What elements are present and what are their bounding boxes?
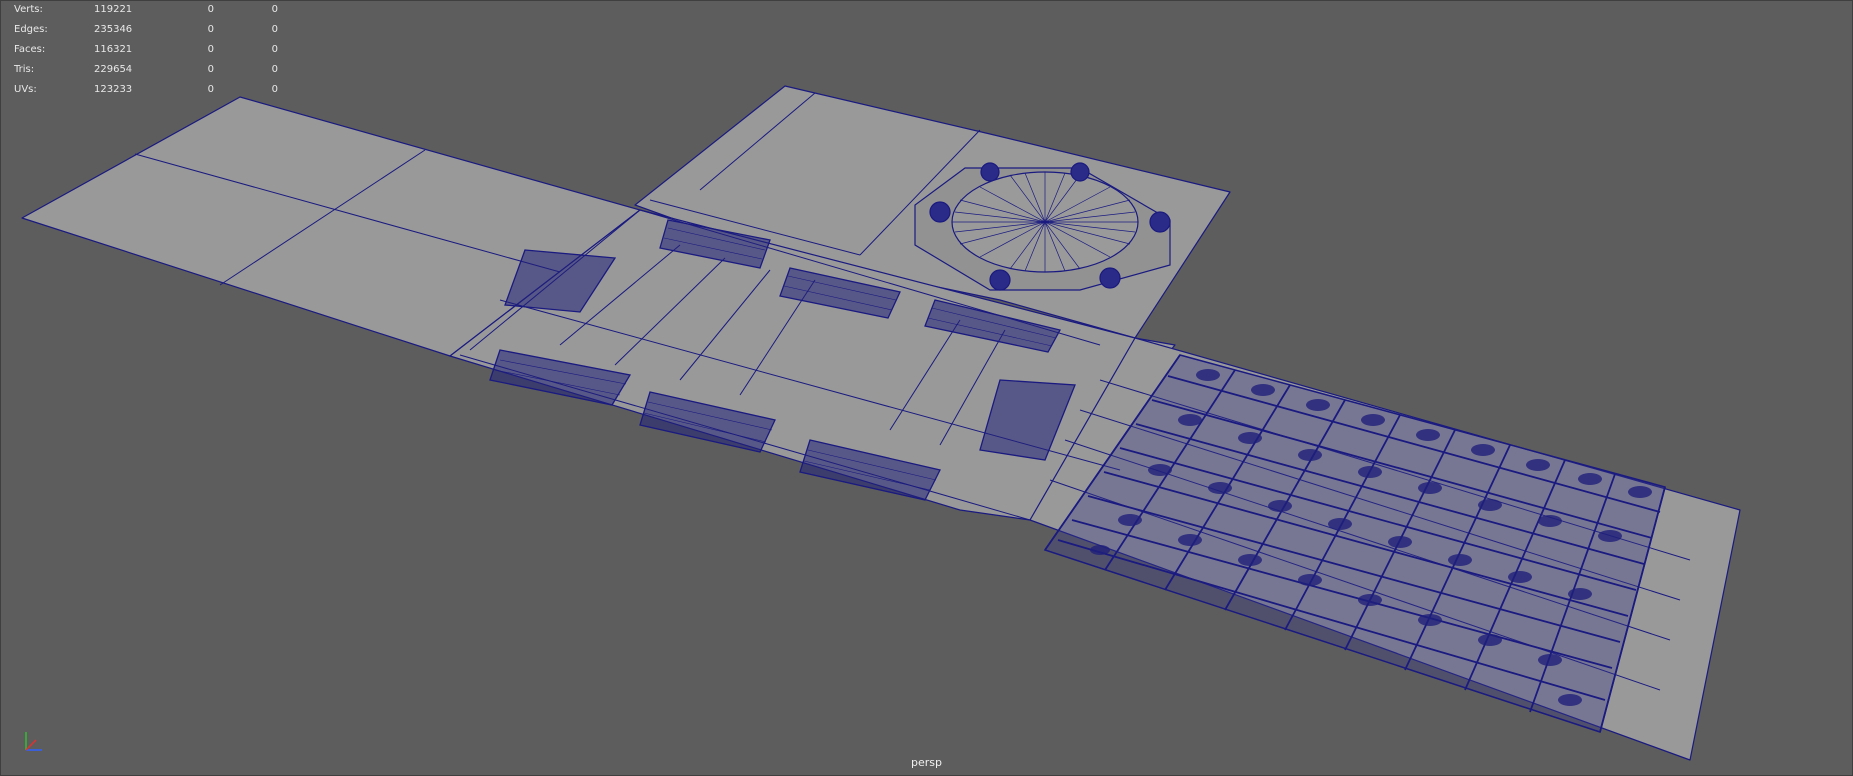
hud-total: 229654 bbox=[94, 64, 133, 75]
axis-gizmo-icon bbox=[25, 732, 42, 751]
poly-count-hud: Verts: 119221 0 0 Edges: 235346 0 0 Face… bbox=[14, 0, 278, 100]
hud-total: 123233 bbox=[94, 84, 133, 95]
hud-label: UVs: bbox=[14, 84, 37, 95]
hud-row-edges: Edges: 235346 0 0 bbox=[14, 20, 278, 40]
hud-selected: 0 bbox=[207, 64, 214, 75]
hud-selected-components: 0 bbox=[271, 64, 278, 75]
hud-row-faces: Faces: 116321 0 0 bbox=[14, 40, 278, 60]
hud-total: 235346 bbox=[94, 24, 133, 35]
hud-label: Edges: bbox=[14, 24, 48, 35]
hud-selected: 0 bbox=[207, 44, 214, 55]
perspective-viewport[interactable]: Verts: 119221 0 0 Edges: 235346 0 0 Face… bbox=[0, 0, 1853, 776]
hud-total: 116321 bbox=[94, 44, 133, 55]
hud-selected-components: 0 bbox=[271, 44, 278, 55]
hud-selected-components: 0 bbox=[271, 4, 278, 15]
hud-row-verts: Verts: 119221 0 0 bbox=[14, 0, 278, 20]
hud-selected-components: 0 bbox=[271, 24, 278, 35]
hud-selected: 0 bbox=[207, 24, 214, 35]
hud-selected-components: 0 bbox=[271, 84, 278, 95]
camera-name-label: persp bbox=[911, 756, 942, 769]
hud-label: Verts: bbox=[14, 4, 43, 15]
hud-selected: 0 bbox=[207, 4, 214, 15]
hud-row-uvs: UVs: 123233 0 0 bbox=[14, 80, 278, 100]
hud-label: Tris: bbox=[14, 64, 35, 75]
hud-label: Faces: bbox=[14, 44, 46, 55]
hud-total: 119221 bbox=[94, 4, 133, 15]
hud-selected: 0 bbox=[207, 84, 214, 95]
hud-row-tris: Tris: 229654 0 0 bbox=[14, 60, 278, 80]
scene-wireframe[interactable] bbox=[0, 0, 1853, 776]
